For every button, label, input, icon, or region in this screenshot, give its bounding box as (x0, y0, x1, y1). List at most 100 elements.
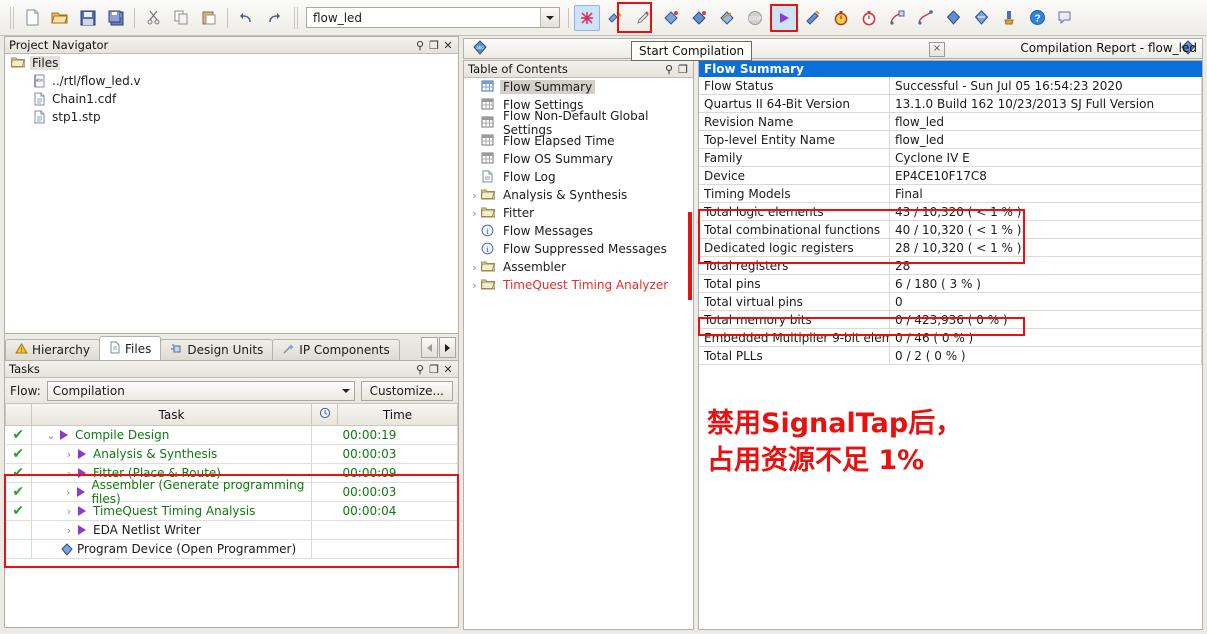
timing-analyzer-icon[interactable] (828, 5, 854, 31)
expander-icon[interactable]: › (62, 448, 76, 461)
toc-item-flow-os-summary[interactable]: Flow OS Summary (464, 150, 693, 168)
open-folder-icon[interactable] (47, 5, 73, 31)
revision-combo[interactable]: flow_led (306, 7, 560, 28)
toc-item-flow-messages[interactable]: i Flow Messages (464, 222, 693, 240)
chevron-down-icon[interactable] (540, 8, 559, 27)
list-item[interactable]: Chain1.cdf (5, 90, 458, 108)
expander-icon[interactable]: › (468, 207, 481, 220)
flow-value: Compilation (52, 383, 125, 398)
toc-item-timequest-timing-analyzer[interactable]: › TimeQuest Timing Analyzer (464, 276, 693, 294)
cut-icon[interactable] (140, 5, 166, 31)
project-navigator-tree[interactable]: Files abc ../rtl/flow_led.v Chain1.cdf s… (5, 54, 458, 332)
expander-icon[interactable]: ⌄ (44, 429, 58, 442)
close-icon[interactable]: ✕ (442, 363, 454, 376)
restore-icon[interactable]: ❐ (677, 63, 689, 76)
task-status: ✔ (5, 501, 32, 521)
tab-scroll-left-icon[interactable] (421, 337, 438, 358)
compile-stage2-icon[interactable] (686, 5, 712, 31)
annotation-line-1: 禁用SignalTap后， (707, 408, 963, 439)
table-row[interactable]: Program Device (Open Programmer) (5, 539, 458, 559)
tab-files[interactable]: Files (99, 336, 162, 360)
save-all-icon[interactable] (103, 5, 129, 31)
row-value: EP4CE10F17C8 (889, 166, 1202, 185)
table-row[interactable]: › EDA Netlist Writer (5, 520, 458, 540)
expander-icon[interactable]: › (468, 279, 481, 292)
pin-planner-icon[interactable] (602, 5, 628, 31)
chevron-down-icon[interactable] (338, 382, 354, 400)
expander-icon[interactable]: › (468, 189, 481, 202)
programmer-alt-icon[interactable] (968, 5, 994, 31)
paste-icon[interactable] (196, 5, 222, 31)
expander-icon[interactable]: › (468, 261, 481, 274)
table-row[interactable]: ✔ › Assembler (Generate programming file… (5, 478, 458, 506)
tree-root-files[interactable]: Files (5, 54, 458, 72)
scripts-icon[interactable] (912, 5, 938, 31)
tcl-script-icon[interactable] (884, 5, 910, 31)
tab-scroll-right-icon[interactable] (439, 337, 456, 358)
row-value: 40 / 10,320 ( < 1 % ) (889, 220, 1202, 239)
expander-icon[interactable]: › (62, 486, 75, 499)
task-name-cell[interactable]: › EDA Netlist Writer (31, 520, 312, 540)
compile-report-icon[interactable] (800, 5, 826, 31)
pin-icon[interactable]: ⚲ (414, 363, 426, 376)
pin-icon[interactable]: ⚲ (414, 39, 426, 52)
save-icon[interactable] (75, 5, 101, 31)
list-item[interactable]: abc ../rtl/flow_led.v (5, 72, 458, 90)
task-name-cell[interactable]: › Assembler (Generate programming files) (31, 478, 312, 506)
copy-icon[interactable] (168, 5, 194, 31)
play-icon (76, 448, 89, 461)
toc-item-flow-suppressed-messages[interactable]: i Flow Suppressed Messages (464, 240, 693, 258)
toc-tree[interactable]: Flow Summary Flow Settings Flow Non-Defa… (464, 78, 693, 629)
table-row[interactable]: ✔ › TimeQuest Timing Analysis 00:00:04 (5, 501, 458, 521)
classic-timing-icon[interactable] (856, 5, 882, 31)
restore-icon[interactable]: ❐ (428, 363, 440, 376)
tab-design-units[interactable]: Design Units (160, 339, 274, 360)
task-clock-cell (311, 425, 338, 445)
tab-hierarchy[interactable]: ! Hierarchy (5, 339, 101, 360)
flow-summary-table: Flow Status Successful - Sun Jul 05 16:54… (699, 77, 1202, 365)
expander-icon[interactable]: › (62, 524, 76, 537)
toc-item-assembler[interactable]: › Assembler (464, 258, 693, 276)
toolbar-grip[interactable] (10, 6, 15, 29)
pin-icon[interactable]: ⚲ (663, 63, 675, 76)
stop-analysis-icon[interactable] (574, 4, 600, 31)
toc-item-flow-log[interactable]: Flow Log (464, 168, 693, 186)
mdi-close-button[interactable]: × (929, 42, 945, 57)
compile-stage1-icon[interactable] (658, 5, 684, 31)
help-icon[interactable]: ? (1024, 5, 1050, 31)
toc-item-label: TimeQuest Timing Analyzer (503, 278, 669, 292)
row-key: Family (699, 148, 890, 167)
start-compilation-icon[interactable] (770, 3, 798, 32)
undo-icon[interactable] (233, 5, 259, 31)
flow-combo[interactable]: Compilation (46, 380, 355, 401)
customize-button[interactable]: Customize... (360, 380, 453, 401)
close-icon[interactable]: ✕ (442, 39, 454, 52)
redo-icon[interactable] (261, 5, 287, 31)
compilation-report-panel: Flow Summary Flow Status Successful - Sun… (698, 60, 1203, 630)
task-name-cell[interactable]: Program Device (Open Programmer) (31, 539, 312, 559)
compile-stage3-icon[interactable] (714, 5, 740, 31)
table-row: Family Cyclone IV E (699, 148, 1202, 167)
row-value: flow_led (889, 112, 1202, 131)
table-row[interactable]: ✔ ⌄ Compile Design 00:00:19 (5, 425, 458, 445)
toc-item-flow-summary[interactable]: Flow Summary (464, 78, 693, 96)
toc-item-flow-non-default-global-settings[interactable]: Flow Non-Default Global Settings (464, 109, 693, 137)
toc-item-analysis-synthesis[interactable]: › Analysis & Synthesis (464, 186, 693, 204)
task-name-cell[interactable]: › Analysis & Synthesis (31, 444, 312, 464)
stop-icon[interactable]: STOP (742, 5, 768, 31)
toc-item-fitter[interactable]: › Fitter (464, 204, 693, 222)
assignment-editor-icon[interactable] (630, 5, 656, 31)
task-name-cell[interactable]: ⌄ Compile Design (31, 425, 312, 445)
programmer-icon[interactable] (940, 5, 966, 31)
list-item[interactable]: stp1.stp (5, 108, 458, 126)
new-file-icon[interactable] (19, 5, 45, 31)
expander-icon[interactable]: › (62, 467, 76, 480)
table-row[interactable]: ✔ › Analysis & Synthesis 00:00:03 (5, 444, 458, 464)
expander-icon[interactable]: › (62, 505, 76, 518)
toolbar-grip-2[interactable] (294, 6, 299, 29)
signaltap-icon[interactable] (996, 5, 1022, 31)
restore-icon[interactable]: ❐ (428, 39, 440, 52)
message-icon[interactable] (1052, 5, 1078, 31)
flow-selector-bar: Flow: Compilation Customize... (5, 378, 458, 404)
tab-ip-components[interactable]: IP Components (272, 339, 400, 360)
